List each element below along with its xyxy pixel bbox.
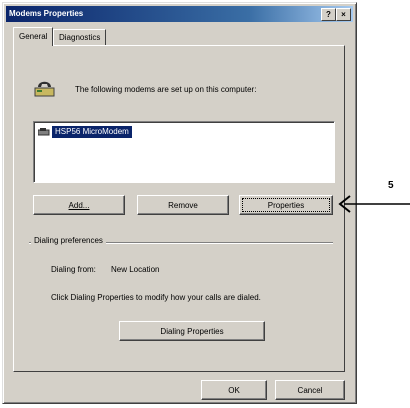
dialing-from-value: New Location: [111, 265, 160, 274]
dialing-properties-button-label: Dialing Properties: [160, 327, 224, 336]
window-title: Modems Properties: [9, 9, 84, 18]
modems-list[interactable]: HSP56 MicroModem: [33, 121, 335, 183]
tab-general[interactable]: General: [13, 27, 54, 46]
callout-arrow: [336, 192, 410, 216]
properties-button-label: Properties: [267, 201, 305, 210]
close-button[interactable]: ×: [336, 8, 351, 21]
modem-icon: [37, 128, 50, 136]
add-button-label: Add...: [68, 201, 90, 210]
list-item[interactable]: HSP56 MicroModem: [52, 126, 132, 138]
intro-text: The following modems are set up on this …: [75, 85, 257, 94]
remove-button-label: Remove: [168, 201, 198, 210]
tab-diagnostics[interactable]: Diagnostics: [53, 29, 107, 45]
cancel-button-label: Cancel: [297, 386, 323, 395]
ok-button-label: OK: [228, 386, 240, 395]
modems-properties-dialog: Modems Properties ? × General Diagnostic…: [2, 2, 357, 404]
dialing-hint: Click Dialing Properties to modify how y…: [51, 293, 261, 302]
ok-button[interactable]: OK: [201, 380, 267, 400]
dialing-preferences-label: Dialing preferences: [31, 236, 106, 245]
dialing-properties-button[interactable]: Dialing Properties: [119, 321, 265, 341]
help-button[interactable]: ?: [321, 8, 336, 21]
title-bar[interactable]: Modems Properties ? ×: [6, 6, 353, 22]
add-button[interactable]: Add...: [33, 195, 125, 215]
callout-number: 5: [388, 180, 394, 191]
properties-button[interactable]: Properties: [239, 195, 333, 215]
modem-phone-icon: [33, 75, 57, 99]
remove-button[interactable]: Remove: [137, 195, 229, 215]
cancel-button[interactable]: Cancel: [275, 380, 345, 400]
dialing-from-label: Dialing from:: [51, 265, 96, 274]
